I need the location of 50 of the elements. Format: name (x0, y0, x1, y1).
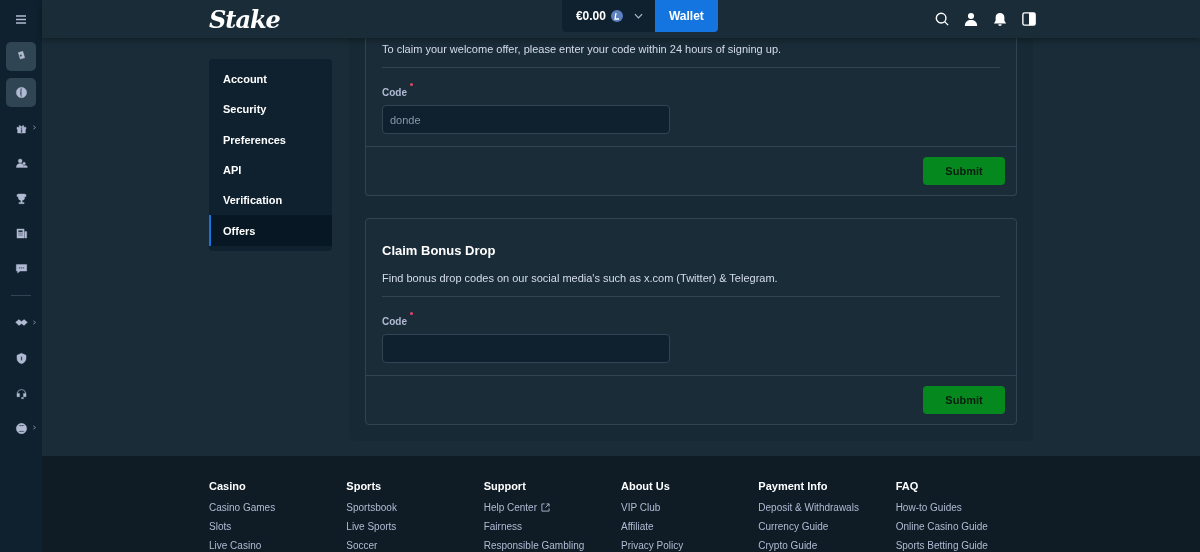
footer-heading: FAQ (895, 480, 920, 492)
footer-link[interactable]: Responsible Gambling (483, 539, 585, 551)
card-description: To claim your welcome offer, please enter your code within 24 hours of signing up. (382, 43, 783, 55)
submit-button[interactable]: Submit (923, 386, 1005, 414)
footer-link[interactable]: VIP Club (621, 501, 661, 513)
field-label: Code (382, 87, 407, 98)
footer-link[interactable]: Deposit & Withdrawals (758, 501, 859, 513)
card-title: Claim Bonus Drop (382, 243, 497, 258)
footer-heading: Sports (346, 480, 383, 492)
field-label: Code (382, 316, 407, 327)
settings-nav-item[interactable]: Account (209, 64, 332, 95)
caret-icon (633, 13, 643, 19)
code-input-field[interactable] (382, 334, 670, 363)
user-icon[interactable] (964, 12, 978, 26)
settings-nav-item[interactable]: API (209, 154, 332, 186)
logo[interactable]: Stake (209, 4, 280, 34)
settings-nav-item[interactable]: Verification (209, 185, 332, 216)
settings-nav-item[interactable]: Preferences (209, 124, 332, 155)
menu-icon[interactable] (16, 14, 26, 24)
settings-nav-item[interactable]: Security (209, 94, 332, 125)
footer-heading: Casino (209, 480, 247, 492)
settings-nav-item[interactable]: Offers (209, 215, 332, 246)
footer-link[interactable]: Slots (209, 520, 232, 532)
sidebar-toggle-icon[interactable] (1022, 12, 1036, 26)
footer-link[interactable]: Live Casino (209, 539, 262, 551)
footer-link[interactable]: Help Center (483, 501, 550, 513)
footer-link[interactable]: Casino Games (209, 501, 276, 513)
footer-link[interactable]: Privacy Policy (621, 539, 684, 551)
footer-heading: About Us (621, 480, 671, 492)
code-input-field[interactable]: donde (382, 105, 670, 134)
footer-link[interactable]: Affiliate (621, 520, 654, 532)
footer-link[interactable]: Sports Betting Guide (895, 539, 988, 551)
submit-button[interactable]: Submit (923, 157, 1005, 185)
external-link-icon (541, 502, 550, 512)
footer-link[interactable]: How-to Guides (895, 501, 962, 513)
footer-link[interactable]: Fairness (483, 520, 522, 532)
footer-link[interactable]: Crypto Guide (758, 539, 818, 551)
footer-link[interactable]: Online Casino Guide (895, 520, 988, 532)
footer-heading: Support (483, 480, 527, 492)
wallet-button[interactable]: Wallet (654, 0, 718, 32)
footer-link[interactable]: Soccer (346, 539, 378, 551)
search-icon[interactable] (935, 12, 949, 26)
footer-link[interactable]: Live Sports (346, 520, 397, 532)
coin-icon (610, 10, 623, 22)
balance-selector[interactable]: €0.00 (561, 0, 655, 32)
footer-link[interactable]: Currency Guide (758, 520, 829, 532)
card-description: Find bonus drop codes on our social media's such as x.com (Twitter) & Telegram. (382, 272, 779, 284)
footer-heading: Payment Info (758, 480, 829, 492)
footer-link[interactable]: Sportsbook (346, 501, 397, 513)
bell-icon[interactable] (993, 12, 1007, 26)
